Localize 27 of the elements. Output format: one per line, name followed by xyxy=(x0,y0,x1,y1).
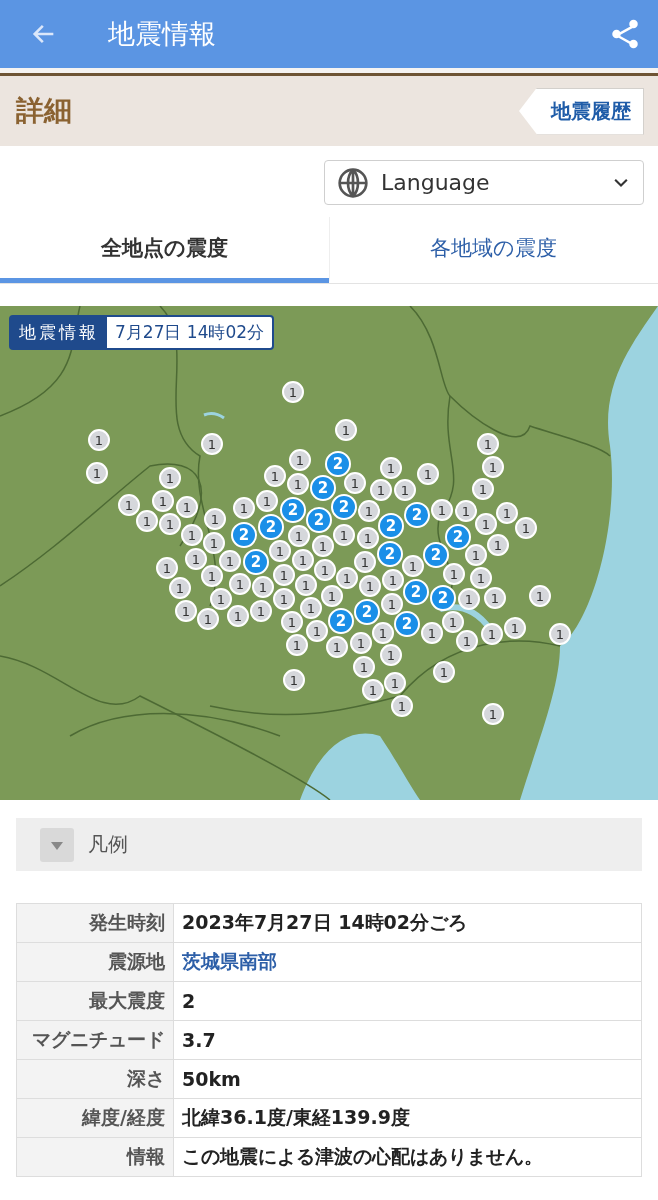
detail-value: 2023年7月27日 14時02分ごろ xyxy=(173,903,642,943)
globe-icon xyxy=(337,166,369,199)
detail-value: この地震による津波の心配はありません。 xyxy=(173,1137,642,1177)
detail-value: 3.7 xyxy=(173,1020,642,1060)
intensity-marker: 1 xyxy=(210,588,232,610)
detail-value: 50km xyxy=(173,1059,642,1099)
detail-label: マグニチュード xyxy=(16,1020,174,1060)
detail-label: 発生時刻 xyxy=(16,903,174,943)
detail-label: 最大震度 xyxy=(16,981,174,1021)
intensity-marker: 1 xyxy=(321,585,343,607)
badge-title: 地震情報 xyxy=(11,317,107,348)
detail-value: 2 xyxy=(173,981,642,1021)
detail-label: 緯度/経度 xyxy=(16,1098,174,1138)
detail-label: 深さ xyxy=(16,1059,174,1099)
legend-toggle[interactable]: 凡例 xyxy=(16,818,642,871)
triangle-down-icon xyxy=(40,827,74,862)
badge-time: 7月27日 14時02分 xyxy=(114,321,266,344)
history-button[interactable]: 地震履歴 xyxy=(519,87,644,135)
detail-value: 北緯36.1度/東経139.9度 xyxy=(173,1098,642,1138)
epicenter-link[interactable]: 茨城県南部 xyxy=(173,942,642,982)
detail-label: 震源地 xyxy=(16,942,174,982)
intensity-marker: 1 xyxy=(219,550,241,572)
intensity-marker: 1 xyxy=(201,565,223,587)
section-title: 詳細 xyxy=(16,93,72,129)
language-select[interactable]: Language xyxy=(324,160,644,205)
app-title: 地震情報 xyxy=(108,17,217,51)
detail-label: 情報 xyxy=(16,1137,174,1177)
